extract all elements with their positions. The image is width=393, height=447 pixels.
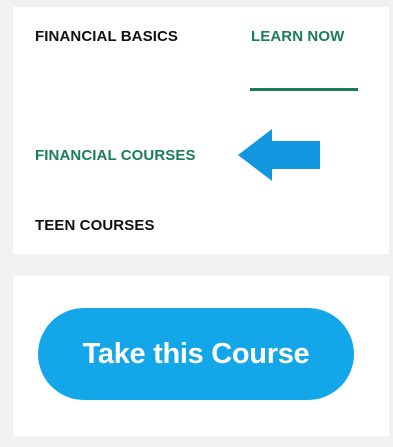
nav-item-financial-courses[interactable]: FINANCIAL COURSES xyxy=(35,147,196,164)
take-course-button[interactable]: Take this Course xyxy=(38,308,354,400)
active-tab-underline xyxy=(250,88,358,91)
nav-card: FINANCIAL BASICS LEARN NOW FINANCIAL COU… xyxy=(13,7,389,254)
nav-item-teen-courses[interactable]: TEEN COURSES xyxy=(35,217,155,234)
arrow-left-icon xyxy=(238,129,320,181)
cta-card: Take this Course xyxy=(13,276,389,436)
nav-item-learn-now[interactable]: LEARN NOW xyxy=(251,28,344,45)
nav-item-financial-basics[interactable]: FINANCIAL BASICS xyxy=(35,28,178,45)
